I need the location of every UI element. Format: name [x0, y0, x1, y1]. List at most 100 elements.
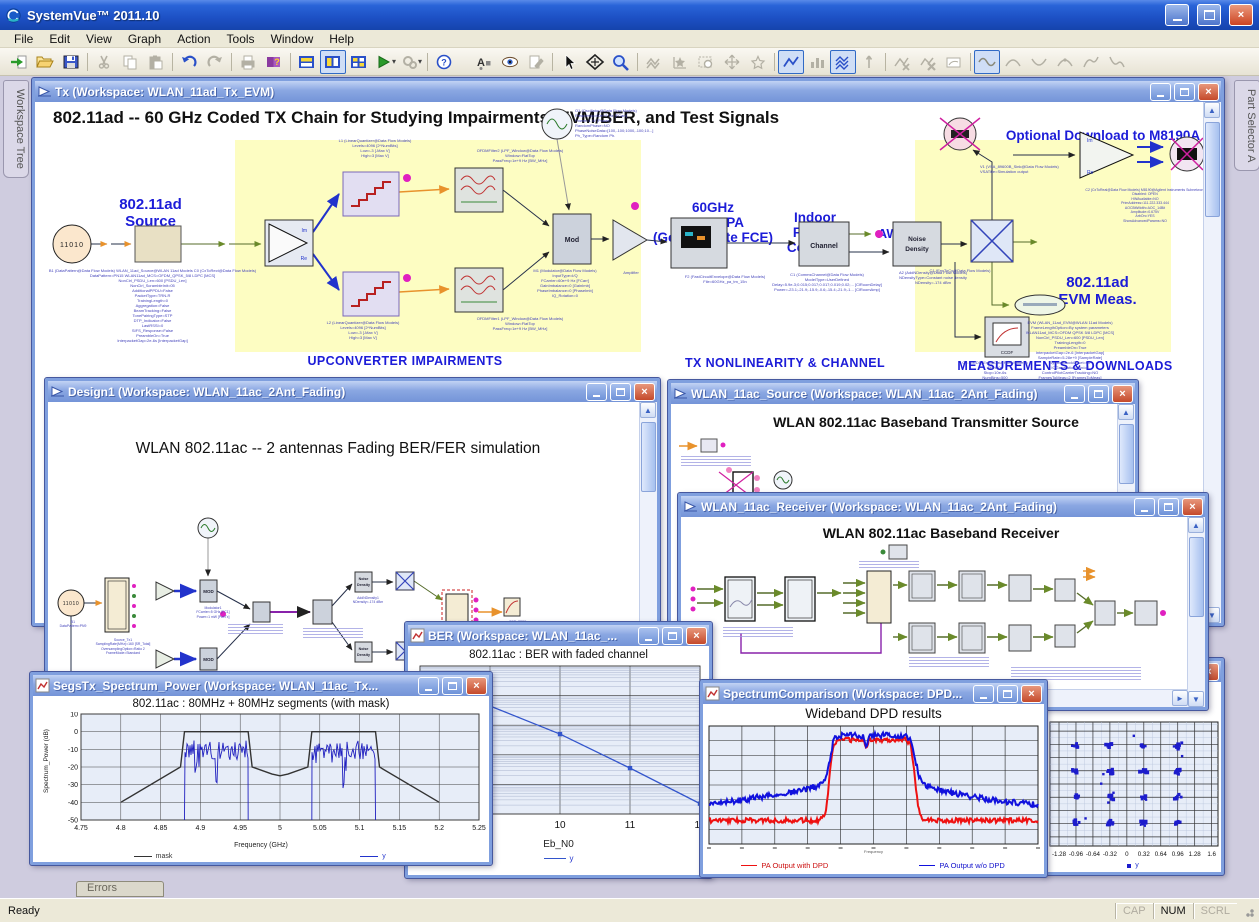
menu-tools[interactable]: Tools [219, 31, 263, 47]
receiver-titlebar[interactable]: WLAN_11ac_Receiver (Workspace: WLAN_11ac… [681, 496, 1205, 517]
annotation-button[interactable]: A [471, 50, 497, 74]
tx-quantizer2-block[interactable] [343, 272, 411, 316]
tx-scope-sink-block[interactable] [1170, 137, 1204, 171]
dpd-titlebar[interactable]: SpectrumComparison (Workspace: DPD... × [703, 683, 1044, 704]
menu-action[interactable]: Action [169, 31, 218, 47]
ber-minimize-button[interactable] [638, 627, 659, 645]
menu-view[interactable]: View [78, 31, 120, 47]
menu-help[interactable]: Help [321, 31, 362, 47]
smooth-wave-button[interactable] [974, 50, 1000, 74]
tx-close-button[interactable]: × [1198, 83, 1219, 101]
tx-quantizer1-block[interactable] [343, 172, 411, 216]
receiver-fft-block[interactable] [785, 577, 815, 621]
info-button[interactable]: ? [431, 50, 457, 74]
receiver-canvas[interactable]: WLAN 802.11ac Baseband Receiver [681, 517, 1205, 707]
tx-channel-block[interactable]: Channel [799, 222, 849, 266]
dpd-maximize-button[interactable] [997, 685, 1018, 703]
tx-maximize-button[interactable] [1174, 83, 1195, 101]
design1-close-button[interactable]: × [634, 383, 655, 401]
source-scroll-up-button[interactable]: ▲ [1118, 404, 1134, 420]
tx-filter2-block[interactable] [455, 268, 503, 312]
source-titlebar[interactable]: WLAN_11ac_Source (Workspace: WLAN_11ac_2… [671, 383, 1135, 404]
dpd-minimize-button[interactable] [973, 685, 994, 703]
tx-wlan-source-block[interactable] [135, 226, 181, 262]
segs-plot-area[interactable]: 802.11ac : 80MHz + 80MHz segments (with … [33, 696, 489, 862]
undo-button[interactable] [176, 50, 202, 74]
main-titlebar[interactable]: SystemVue™ 2011.10 × [0, 0, 1259, 30]
app-minimize-button[interactable] [1165, 4, 1189, 26]
tile-grid-button[interactable] [346, 50, 372, 74]
design1-source-block[interactable]: 11010 [58, 590, 84, 616]
design1-noise1-block[interactable]: Noise Density [355, 572, 372, 592]
dpd-plot-area[interactable]: Wideband DPD results Frequency PA Output… [703, 704, 1044, 874]
tile-horizontal-button[interactable] [294, 50, 320, 74]
window-dpd[interactable]: SpectrumComparison (Workspace: DPD... × … [700, 680, 1047, 877]
receiver-scroll-thumb[interactable] [1189, 537, 1204, 617]
tx-evm-sink-block[interactable] [1015, 295, 1065, 315]
design1-mod1-block[interactable]: MOD [200, 580, 217, 602]
tx-source-block[interactable]: 11010 [53, 225, 91, 263]
save-button[interactable] [58, 50, 84, 74]
receiver-close-button[interactable]: × [1182, 498, 1203, 516]
receiver-sync-block[interactable] [725, 577, 755, 621]
menu-graph[interactable]: Graph [120, 31, 169, 47]
errors-tab[interactable]: Errors [76, 881, 164, 897]
tx-oscillator-block[interactable] [542, 109, 572, 139]
tile-vertical-button[interactable] [320, 50, 346, 74]
receiver-scroll-right-button[interactable]: ► [1172, 690, 1188, 706]
source-close-button[interactable]: × [1112, 385, 1133, 403]
app-close-button[interactable]: × [1229, 4, 1253, 26]
receiver-grid-blocks[interactable] [909, 571, 1157, 653]
receiver-minimize-button[interactable] [1134, 498, 1155, 516]
menu-window[interactable]: Window [263, 31, 322, 47]
dpd-close-button[interactable]: × [1021, 685, 1042, 703]
ber-titlebar[interactable]: BER (Workspace: WLAN_11ac_... × [408, 625, 709, 646]
receiver-maximize-button[interactable] [1158, 498, 1179, 516]
tx-noise-density-block[interactable]: Noise Density [893, 222, 941, 266]
design1-scroll-thumb[interactable] [641, 422, 656, 492]
window-segs[interactable]: SegsTx_Spectrum_Power (Workspace: WLAN_1… [30, 672, 492, 865]
tx-minimize-button[interactable] [1150, 83, 1171, 101]
design1-oscillator[interactable] [198, 518, 218, 538]
design1-ber-block[interactable] [504, 598, 520, 616]
tx-vsa-sink-block[interactable] [940, 118, 980, 150]
tx-mixer-block[interactable] [971, 220, 1013, 262]
design1-mod2-block[interactable]: MOD [200, 648, 217, 670]
tx-cx-to-rect-block[interactable]: Im Re [265, 220, 313, 266]
resize-grip[interactable] [1241, 904, 1255, 918]
segs-maximize-button[interactable] [442, 677, 463, 695]
design1-converter1[interactable] [156, 582, 174, 600]
multi-trace-button[interactable] [830, 50, 856, 74]
source-scroll-thumb[interactable] [1119, 424, 1134, 484]
window-receiver[interactable]: WLAN_11ac_Receiver (Workspace: WLAN_11ac… [678, 493, 1208, 710]
constellation-canvas[interactable]: -1.28-0.96-0.64-0.3200.320.640.961.281.6… [1045, 682, 1221, 872]
run-button[interactable]: ▾ [372, 50, 398, 74]
segs-titlebar[interactable]: SegsTx_Spectrum_Power (Workspace: WLAN_1… [33, 675, 489, 696]
tx-modulator-block[interactable]: Mod [553, 214, 591, 264]
design1-resampler-block[interactable] [313, 600, 332, 624]
import-button[interactable] [6, 50, 32, 74]
menu-file[interactable]: File [6, 31, 41, 47]
pointer-button[interactable] [556, 50, 582, 74]
tx-amplifier-block[interactable] [613, 220, 647, 260]
design1-minimize-button[interactable] [586, 383, 607, 401]
design1-filter-block[interactable] [253, 602, 270, 622]
app-maximize-button[interactable] [1197, 4, 1221, 26]
menu-edit[interactable]: Edit [41, 31, 78, 47]
receiver-port-block[interactable] [867, 571, 891, 623]
receiver-top-block[interactable] [889, 545, 907, 559]
design1-tx-port-block[interactable] [105, 578, 136, 632]
tx-scroll-thumb[interactable] [1205, 122, 1220, 217]
line-plot-button[interactable] [778, 50, 804, 74]
source-minimize-button[interactable] [1064, 385, 1085, 403]
ber-close-button[interactable]: × [686, 627, 707, 645]
source-oscillator[interactable] [774, 471, 792, 489]
tx-titlebar[interactable]: Tx (Workspace: WLAN_11ad_Tx_EVM) × [35, 81, 1221, 102]
segs-minimize-button[interactable] [418, 677, 439, 695]
design1-maximize-button[interactable] [610, 383, 631, 401]
ber-maximize-button[interactable] [662, 627, 683, 645]
workspace-tree-tab[interactable]: Workspace Tree [3, 80, 29, 178]
tx-filter1-block[interactable] [455, 168, 503, 212]
receiver-scroll-down-button[interactable]: ▼ [1188, 691, 1204, 707]
design1-scroll-up-button[interactable]: ▲ [640, 402, 656, 418]
